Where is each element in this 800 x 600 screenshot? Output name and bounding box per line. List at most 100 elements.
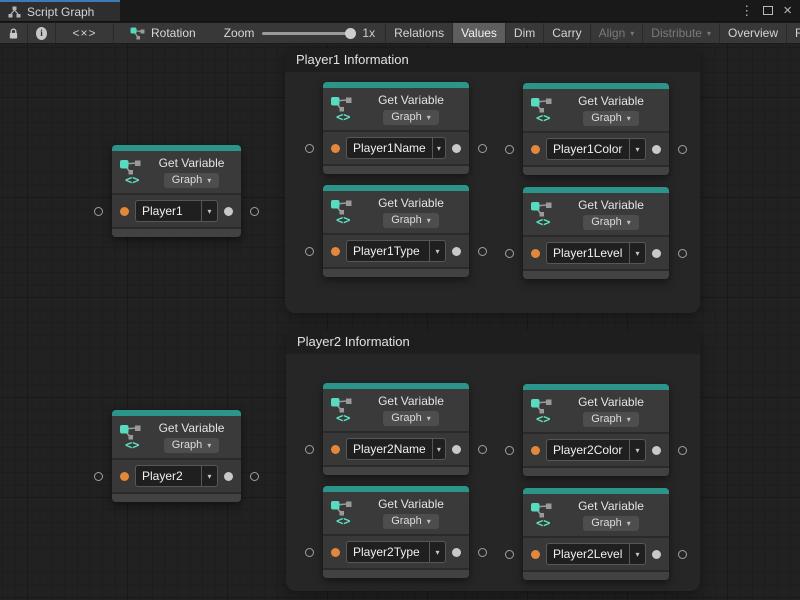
node-title: Get Variable xyxy=(578,198,644,212)
variable-scope-dropdown[interactable]: Graph▾ xyxy=(583,412,639,427)
left-port-ring[interactable] xyxy=(305,144,314,153)
left-port-ring[interactable] xyxy=(505,145,514,154)
left-port-ring[interactable] xyxy=(94,472,103,481)
value-output-port[interactable] xyxy=(224,207,233,216)
tab-script-graph[interactable]: Script Graph xyxy=(0,0,120,21)
variable-name-dropdown[interactable]: Player2Name▾ xyxy=(346,438,446,460)
variable-name-dropdown[interactable]: Player2▾ xyxy=(135,465,218,487)
variable-scope-dropdown[interactable]: Graph▾ xyxy=(583,111,639,126)
value-input-port[interactable] xyxy=(531,249,540,258)
chevron-down-icon: ▾ xyxy=(627,114,631,123)
group-header[interactable]: Player1 Information xyxy=(285,48,700,72)
value-output-port[interactable] xyxy=(652,446,661,455)
full-screen-button[interactable]: Full Screen xyxy=(787,23,800,43)
value-input-port[interactable] xyxy=(120,472,129,481)
left-port-ring[interactable] xyxy=(505,446,514,455)
value-input-port[interactable] xyxy=(331,144,340,153)
group-header[interactable]: Player2 Information xyxy=(286,330,700,354)
value-input-port[interactable] xyxy=(331,445,340,454)
variable-name-dropdown[interactable]: Player1▾ xyxy=(135,200,218,222)
dim-button[interactable]: Dim xyxy=(506,23,544,43)
chevron-down-icon: ▾ xyxy=(630,29,634,38)
variable-scope-dropdown[interactable]: Graph▾ xyxy=(383,213,439,228)
node-body: Player2▾ xyxy=(112,458,241,494)
window-menu-icon[interactable]: ⋮ xyxy=(740,4,753,17)
value-output-port[interactable] xyxy=(652,550,661,559)
right-port-ring[interactable] xyxy=(478,548,487,557)
left-port-ring[interactable] xyxy=(505,550,514,559)
zoom-slider[interactable] xyxy=(262,32,354,35)
left-port-ring[interactable] xyxy=(305,548,314,557)
overview-button[interactable]: Overview xyxy=(720,23,787,43)
get-variable-node-player1color[interactable]: <> Get Variable Graph▾ Player1Color▾ xyxy=(523,83,669,175)
variable-scope-dropdown[interactable]: Graph▾ xyxy=(164,173,220,188)
right-port-ring[interactable] xyxy=(678,446,687,455)
align-button[interactable]: Align ▾ xyxy=(591,23,644,43)
right-port-ring[interactable] xyxy=(478,144,487,153)
get-variable-node-player1level[interactable]: <> Get Variable Graph▾ Player1Level▾ xyxy=(523,187,669,279)
right-port-ring[interactable] xyxy=(250,207,259,216)
left-port-ring[interactable] xyxy=(305,445,314,454)
info-button[interactable]: i xyxy=(28,23,56,43)
code-preview-button[interactable]: <×> xyxy=(56,23,114,43)
value-output-port[interactable] xyxy=(452,548,461,557)
maximize-icon[interactable] xyxy=(763,6,773,15)
variable-scope-dropdown[interactable]: Graph▾ xyxy=(383,411,439,426)
value-output-port[interactable] xyxy=(652,249,661,258)
get-variable-node-player2type[interactable]: <> Get Variable Graph▾ Player2Type▾ xyxy=(323,486,469,578)
value-output-port[interactable] xyxy=(224,472,233,481)
node-title: Get Variable xyxy=(378,497,444,511)
variable-name-dropdown[interactable]: Player2Color▾ xyxy=(546,439,646,461)
variable-name-dropdown[interactable]: Player2Type▾ xyxy=(346,541,446,563)
relations-button[interactable]: Relations xyxy=(385,23,453,43)
value-input-port[interactable] xyxy=(331,548,340,557)
value-input-port[interactable] xyxy=(531,145,540,154)
variable-name-dropdown[interactable]: Player1Level▾ xyxy=(546,242,646,264)
variable-scope-dropdown[interactable]: Graph▾ xyxy=(583,516,639,531)
right-port-ring[interactable] xyxy=(478,445,487,454)
get-variable-node-player1[interactable]: <> Get Variable Graph▾ Player1▾ xyxy=(112,145,241,237)
value-input-port[interactable] xyxy=(331,247,340,256)
variable-name: Player1Color xyxy=(547,139,629,159)
left-port-ring[interactable] xyxy=(505,249,514,258)
carry-button[interactable]: Carry xyxy=(544,23,590,43)
get-variable-node-player2level[interactable]: <> Get Variable Graph▾ Player2Level▾ xyxy=(523,488,669,580)
right-port-ring[interactable] xyxy=(678,550,687,559)
variable-scope-dropdown[interactable]: Graph▾ xyxy=(383,110,439,125)
variable-scope-dropdown[interactable]: Graph▾ xyxy=(583,215,639,230)
variable-name-dropdown[interactable]: Player2Level▾ xyxy=(546,543,646,565)
value-output-port[interactable] xyxy=(452,445,461,454)
variable-name-dropdown[interactable]: Player1Type▾ xyxy=(346,240,446,262)
variable-scope-dropdown[interactable]: Graph▾ xyxy=(164,438,220,453)
variable-name-dropdown[interactable]: Player1Color▾ xyxy=(546,138,646,160)
value-output-port[interactable] xyxy=(452,247,461,256)
values-label: Values xyxy=(461,26,497,40)
close-icon[interactable]: × xyxy=(783,3,792,18)
get-variable-node-player2name[interactable]: <> Get Variable Graph▾ Player2Name▾ xyxy=(323,383,469,475)
get-variable-node-player1type[interactable]: <> Get Variable Graph▾ Player1Type▾ xyxy=(323,185,469,277)
right-port-ring[interactable] xyxy=(478,247,487,256)
value-output-port[interactable] xyxy=(452,144,461,153)
variable-scope-dropdown[interactable]: Graph▾ xyxy=(383,514,439,529)
variable-name-dropdown[interactable]: Player1Name▾ xyxy=(346,137,446,159)
variable-name: Player2Level xyxy=(547,544,629,564)
get-variable-node-player1name[interactable]: <> Get Variable Graph▾ Player1Name▾ xyxy=(323,82,469,174)
zoom-slider-knob[interactable] xyxy=(345,28,356,39)
values-button[interactable]: Values xyxy=(453,23,506,43)
lock-button[interactable] xyxy=(0,23,28,43)
right-port-ring[interactable] xyxy=(678,249,687,258)
left-port-ring[interactable] xyxy=(305,247,314,256)
graph-canvas[interactable]: Player1 Information Player2 Information … xyxy=(0,44,800,600)
right-port-ring[interactable] xyxy=(250,472,259,481)
value-output-port[interactable] xyxy=(652,145,661,154)
get-variable-node-player2[interactable]: <> Get Variable Graph▾ Player2▾ xyxy=(112,410,241,502)
value-input-port[interactable] xyxy=(120,207,129,216)
value-input-port[interactable] xyxy=(531,446,540,455)
value-input-port[interactable] xyxy=(531,550,540,559)
left-port-ring[interactable] xyxy=(94,207,103,216)
scope-label: Graph xyxy=(391,111,422,123)
variable-name: Player2 xyxy=(136,466,201,486)
right-port-ring[interactable] xyxy=(678,145,687,154)
distribute-button[interactable]: Distribute ▾ xyxy=(643,23,720,43)
get-variable-node-player2color[interactable]: <> Get Variable Graph▾ Player2Color▾ xyxy=(523,384,669,476)
